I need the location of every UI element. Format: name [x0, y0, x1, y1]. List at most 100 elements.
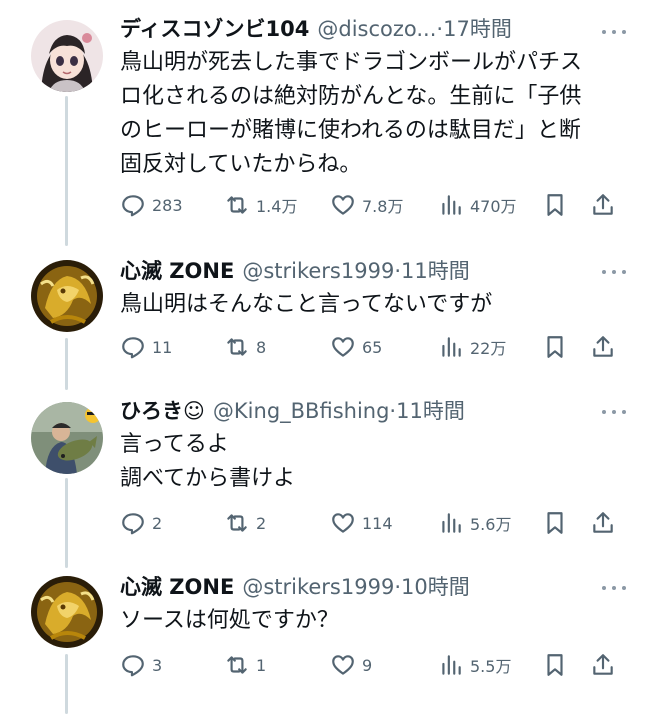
share-button[interactable]: [590, 190, 616, 220]
separator-dot: ·: [436, 17, 444, 41]
bookmark-button[interactable]: [542, 190, 568, 220]
reply-button[interactable]: 283: [120, 190, 183, 220]
bookmark-button[interactable]: [542, 650, 568, 680]
display-name[interactable]: 心滅 ZONE: [120, 254, 234, 288]
reply-count: 2: [152, 513, 163, 533]
reply-button[interactable]: 11: [120, 332, 172, 362]
more-icon[interactable]: [602, 24, 626, 40]
timestamp[interactable]: 17時間: [443, 12, 512, 46]
views-icon: [442, 513, 461, 533]
share-icon: [593, 194, 613, 215]
like-icon: [332, 513, 354, 533]
like-count: 65: [362, 337, 383, 357]
bookmark-icon: [547, 512, 563, 534]
bookmark-icon: [547, 194, 563, 216]
timestamp[interactable]: 10時間: [401, 570, 470, 604]
tweet-text: 言ってるよ 調べてから書けよ: [120, 432, 296, 491]
reply-button[interactable]: 3: [120, 650, 162, 680]
share-icon: [593, 512, 613, 533]
tweet-text: 鳥山明が死去した事でドラゴンボールがパチス ロ化されるのは絶対防がんとな。生前に…: [120, 50, 583, 177]
share-icon: [593, 336, 613, 357]
retweet-button[interactable]: 8: [224, 332, 266, 362]
views-button[interactable]: 5.6万: [438, 508, 511, 538]
retweet-icon: [227, 338, 247, 356]
thread-line: [65, 96, 68, 246]
retweet-icon: [227, 656, 247, 674]
bookmark-button[interactable]: [542, 332, 568, 362]
views-icon: [442, 655, 461, 675]
view-count: 470万: [470, 197, 517, 216]
handle[interactable]: @King_BBfishing: [213, 394, 390, 428]
thread-line: [65, 478, 68, 568]
view-count: 5.5万: [470, 657, 512, 676]
retweet-button[interactable]: 1.4万: [224, 190, 297, 220]
avatar[interactable]: [31, 402, 103, 474]
reply-button[interactable]: 2: [120, 508, 162, 538]
avatar[interactable]: [31, 576, 103, 648]
action-bar: 3 1 9 5.5万: [120, 650, 630, 680]
tweet-text: 鳥山明はそんなこと言ってないですが: [120, 292, 493, 317]
like-icon: [332, 195, 354, 215]
avatar[interactable]: [31, 260, 103, 332]
reply-icon: [122, 513, 144, 535]
reply-icon: [122, 195, 144, 217]
retweet-button[interactable]: 2: [224, 508, 266, 538]
more-icon[interactable]: [602, 264, 626, 280]
retweet-icon: [227, 196, 247, 214]
like-count: 9: [362, 655, 373, 675]
thread-line: [65, 338, 68, 390]
view-count: 22万: [470, 339, 507, 358]
like-count: 114: [362, 513, 393, 533]
view-count: 5.6万: [470, 515, 512, 534]
share-button[interactable]: [590, 508, 616, 538]
like-button[interactable]: 114: [330, 508, 393, 538]
avatar[interactable]: [31, 20, 103, 92]
retweet-count: 1.4万: [256, 197, 298, 216]
more-icon[interactable]: [602, 580, 626, 596]
share-button[interactable]: [590, 650, 616, 680]
anime-girl-avatar: [31, 20, 103, 92]
gold-dragon-avatar: [31, 576, 103, 648]
fishing-photo-avatar: [31, 402, 103, 474]
thread-line: [65, 654, 68, 714]
share-icon: [593, 654, 613, 675]
retweet-icon: [227, 514, 247, 532]
bookmark-button[interactable]: [542, 508, 568, 538]
like-button[interactable]: 65: [330, 332, 382, 362]
handle[interactable]: @strikers1999: [242, 570, 394, 604]
display-name[interactable]: ひろき☺: [120, 394, 205, 428]
retweet-count: 2: [256, 513, 267, 533]
tweet-header: ディスコゾンビ104 @discozo... · 17時間: [120, 12, 634, 46]
action-bar: 283 1.4万 7.8万 470万: [120, 190, 630, 220]
views-icon: [442, 337, 461, 357]
separator-dot: ·: [389, 399, 397, 423]
retweet-count: 1: [256, 655, 267, 675]
handle[interactable]: @strikers1999: [242, 254, 394, 288]
views-button[interactable]: 5.5万: [438, 650, 511, 680]
separator-dot: ·: [394, 259, 401, 283]
views-icon: [442, 195, 461, 215]
display-name[interactable]: ディスコゾンビ104: [120, 12, 309, 46]
reply-count: 11: [152, 337, 173, 357]
reply-count: 283: [152, 195, 183, 215]
tweet-header: ひろき☺ @King_BBfishing · 11時間: [120, 394, 634, 428]
share-button[interactable]: [590, 332, 616, 362]
timestamp[interactable]: 11時間: [396, 394, 465, 428]
more-icon[interactable]: [602, 404, 626, 420]
views-button[interactable]: 22万: [438, 332, 506, 362]
retweet-button[interactable]: 1: [224, 650, 266, 680]
views-button[interactable]: 470万: [438, 190, 517, 220]
like-count: 7.8万: [362, 197, 404, 216]
display-name[interactable]: 心滅 ZONE: [120, 570, 234, 604]
reply-count: 3: [152, 655, 163, 675]
tweet-header: 心滅 ZONE @strikers1999 · 11時間: [120, 254, 634, 288]
bookmark-icon: [547, 336, 563, 358]
handle[interactable]: @discozo...: [317, 12, 436, 46]
timestamp[interactable]: 11時間: [401, 254, 470, 288]
tweet-header: 心滅 ZONE @strikers1999 · 10時間: [120, 570, 634, 604]
like-button[interactable]: 7.8万: [330, 190, 403, 220]
like-icon: [332, 655, 354, 675]
separator-dot: ·: [394, 575, 401, 599]
action-bar: 11 8 65 22万: [120, 332, 630, 362]
like-button[interactable]: 9: [330, 650, 372, 680]
